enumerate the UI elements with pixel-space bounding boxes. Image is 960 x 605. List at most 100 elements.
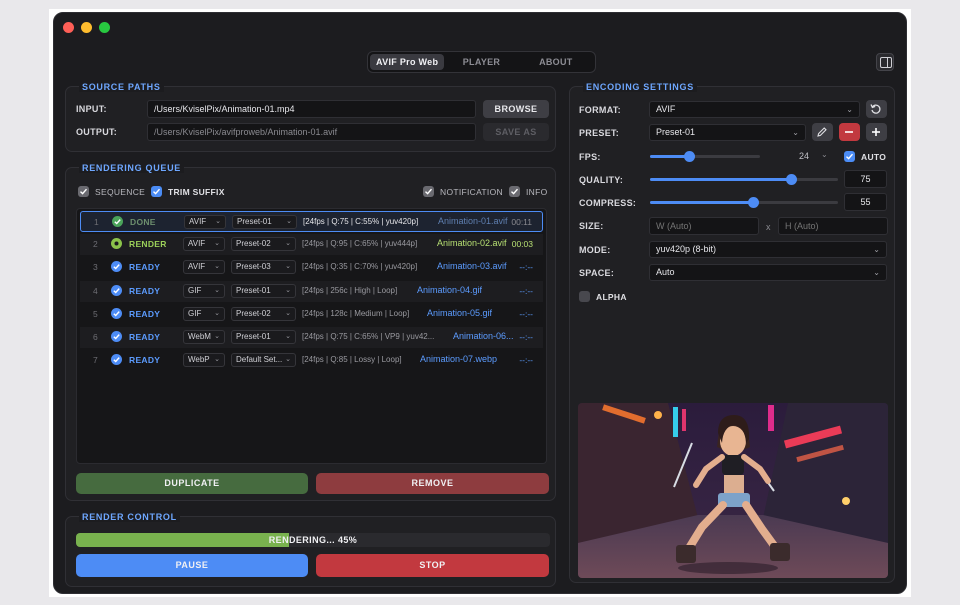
chevron-down-icon: ⌄ <box>792 128 799 137</box>
space-select[interactable]: Auto ⌄ <box>649 264 887 281</box>
input-path-field[interactable]: /Users/KviselPix/Animation-01.mp4 <box>147 100 476 118</box>
queue-row[interactable]: 7 READY WebP ⌄ Default Set... ⌄ [24fps | Q:85 … <box>80 350 543 371</box>
sequence-label: SEQUENCE <box>95 187 146 197</box>
row-format-select[interactable]: AVIF ⌄ <box>183 260 225 275</box>
row-settings-info: [24fps | Q:75 | C:65% | VP9 | yuv42... <box>302 332 435 341</box>
row-output-file: Animation-05.gif <box>427 307 493 318</box>
row-preset-select[interactable]: Preset-03 ⌄ <box>231 260 296 275</box>
preset-select[interactable]: Preset-01 ⌄ <box>649 124 806 141</box>
row-status: RENDER <box>129 239 167 250</box>
info-label: INFO <box>526 187 548 197</box>
output-path-field[interactable]: /Users/KviselPix/avifproweb/Animation-01… <box>147 123 476 141</box>
stop-button[interactable]: STOP <box>316 554 549 577</box>
row-format-select[interactable]: GIF ⌄ <box>183 283 225 298</box>
tab-about[interactable]: ABOUT <box>519 54 593 70</box>
encoding-settings-title: ENCODING SETTINGS <box>583 82 697 92</box>
alpha-checkbox[interactable] <box>579 291 590 302</box>
info-checkbox[interactable] <box>509 186 520 197</box>
row-format-value: GIF <box>188 308 202 318</box>
close-window-button[interactable] <box>63 22 74 33</box>
row-preset-select[interactable]: Preset-01 ⌄ <box>231 283 296 298</box>
row-preset-value: Preset-03 <box>236 262 271 272</box>
mode-select[interactable]: yuv420p (8-bit) ⌄ <box>649 241 887 258</box>
add-preset-button[interactable] <box>866 123 887 141</box>
trim-suffix-checkbox[interactable] <box>151 186 162 197</box>
quality-slider-knob[interactable] <box>786 174 797 185</box>
queue-row[interactable]: 6 READY WebM ⌄ Preset-01 ⌄ [24fps | Q:75 | C:6… <box>80 327 543 348</box>
queue-list: 1 DONE AVIF ⌄ Preset-01 ⌄ [24fps | Q:75 | C:55… <box>76 208 547 464</box>
duplicate-button[interactable]: DUPLICATE <box>76 473 308 494</box>
format-select[interactable]: AVIF ⌄ <box>649 101 860 118</box>
row-elapsed-time: --:-- <box>519 285 533 296</box>
row-preset-select[interactable]: Preset-02 ⌄ <box>231 306 296 321</box>
row-output-file: Animation-01.avif <box>438 216 508 226</box>
row-preset-select[interactable]: Preset-01 ⌄ <box>232 215 297 229</box>
row-settings-info: [24fps | Q:95 | C:65% | yuv444p] <box>302 239 418 249</box>
fps-slider[interactable] <box>650 151 760 162</box>
row-format-select[interactable]: AVIF ⌄ <box>184 215 226 229</box>
row-preset-select[interactable]: Preset-02 ⌄ <box>231 237 296 252</box>
quality-slider[interactable] <box>650 174 838 185</box>
width-input[interactable] <box>649 217 759 235</box>
render-progress-bar: RENDERING... 45% <box>76 533 550 547</box>
edit-preset-button[interactable] <box>812 123 833 141</box>
row-format-select[interactable]: GIF ⌄ <box>183 306 225 321</box>
row-format-value: GIF <box>188 285 202 295</box>
row-format-value: AVIF <box>188 239 206 249</box>
height-input[interactable] <box>778 217 888 235</box>
row-preset-select[interactable]: Preset-01 ⌄ <box>231 330 296 344</box>
save-as-button[interactable]: SAVE AS <box>483 123 549 141</box>
quality-value-field[interactable]: 75 <box>844 170 887 188</box>
fps-slider-knob[interactable] <box>683 151 695 162</box>
sequence-checkbox[interactable] <box>78 186 89 197</box>
remove-button[interactable]: REMOVE <box>316 473 549 494</box>
minus-icon <box>845 131 853 133</box>
row-preset-select[interactable]: Default Set... ⌄ <box>231 353 296 368</box>
compress-slider[interactable] <box>650 197 838 208</box>
tab-player[interactable]: PLAYER <box>444 54 518 70</box>
row-status: DONE <box>130 217 156 227</box>
zoom-window-button[interactable] <box>99 22 110 33</box>
quality-label: QUALITY: <box>579 175 624 185</box>
fps-chevron-icon[interactable]: ⌄ <box>821 150 828 159</box>
compress-slider-fill <box>650 201 754 204</box>
row-format-value: AVIF <box>188 262 206 272</box>
row-preset-value: Preset-01 <box>237 217 272 226</box>
sidebar-toggle-button[interactable] <box>876 53 894 71</box>
fps-value[interactable]: 24 <box>799 151 809 161</box>
chevron-down-icon: ⌄ <box>214 263 220 271</box>
browse-button[interactable]: BROWSE <box>483 100 549 118</box>
queue-row[interactable]: 3 READY AVIF ⌄ Preset-03 ⌄ [24fps | Q:35 | C:7… <box>80 257 543 278</box>
compress-slider-knob[interactable] <box>748 197 760 208</box>
tab-avif-pro-web[interactable]: AVIF Pro Web <box>370 54 445 70</box>
auto-fps-checkbox[interactable] <box>844 151 855 162</box>
row-format-select[interactable]: WebP ⌄ <box>183 353 225 368</box>
row-format-value: AVIF <box>189 217 207 226</box>
row-settings-info: [24fps | Q:35 | C:70% | yuv420p] <box>302 262 418 272</box>
chevron-down-icon: ⌄ <box>285 309 291 317</box>
notification-checkbox[interactable] <box>423 186 434 197</box>
check-circle-icon <box>112 216 123 227</box>
chevron-down-icon: ⌄ <box>215 218 221 225</box>
chevron-down-icon: ⌄ <box>873 268 880 277</box>
space-select-value: Auto <box>656 267 675 277</box>
chevron-down-icon: ⌄ <box>285 263 291 271</box>
remove-preset-button[interactable] <box>839 123 860 141</box>
pause-button[interactable]: PAUSE <box>76 554 308 577</box>
row-format-select[interactable]: AVIF ⌄ <box>183 237 225 252</box>
queue-row[interactable]: 5 READY GIF ⌄ Preset-02 ⌄ [24fps | 128c | Medi… <box>80 304 543 325</box>
reset-format-button[interactable] <box>866 100 887 118</box>
notification-label: NOTIFICATION <box>440 187 503 197</box>
app-window: AVIF Pro Web PLAYER ABOUT SOURCE PATHS I… <box>53 12 907 594</box>
queue-row[interactable]: 2 RENDER AVIF ⌄ Preset-02 ⌄ [24fps | Q:95 | C:… <box>80 234 543 256</box>
queue-row[interactable]: 1 DONE AVIF ⌄ Preset-01 ⌄ [24fps | Q:75 | C:55… <box>80 211 543 232</box>
chevron-down-icon: ⌄ <box>873 245 880 254</box>
chevron-down-icon: ⌄ <box>214 356 220 364</box>
minimize-window-button[interactable] <box>81 22 92 33</box>
reset-icon <box>870 104 881 114</box>
row-format-select[interactable]: WebM ⌄ <box>183 330 225 344</box>
output-label: OUTPUT: <box>76 127 118 137</box>
queue-row[interactable]: 4 READY GIF ⌄ Preset-01 ⌄ [24fps | 256c | High… <box>80 280 543 302</box>
compress-value-field[interactable]: 55 <box>844 193 887 211</box>
chevron-down-icon: ⌄ <box>214 240 220 248</box>
